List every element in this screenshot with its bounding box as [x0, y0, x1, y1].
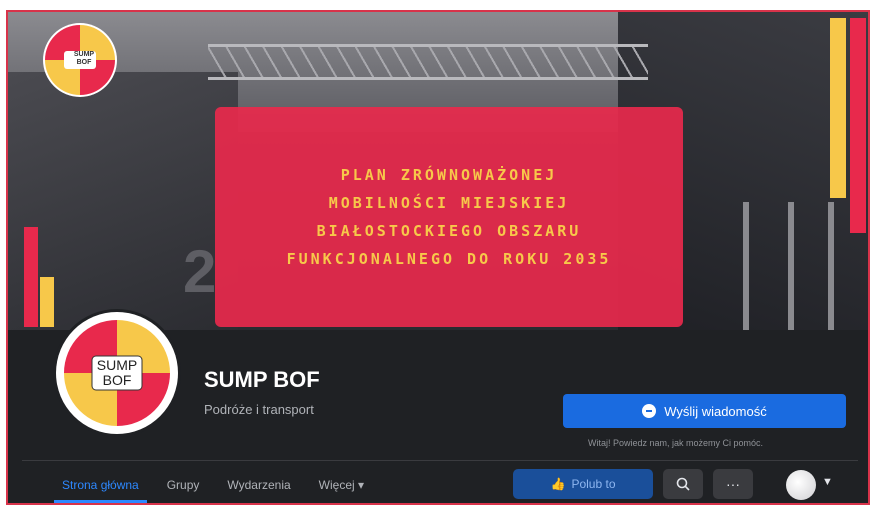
page-title: SUMP BOF — [204, 367, 320, 392]
avatar[interactable] — [786, 470, 816, 500]
logo-large-text2: BOF — [102, 372, 132, 388]
like-button[interactable]: 👍 Polub to — [513, 469, 653, 499]
nav-divider — [22, 460, 858, 461]
logo-large-text1: SUMP — [96, 357, 138, 373]
tab-more[interactable]: Więcej ▾ — [305, 467, 378, 503]
cover-pillar — [828, 202, 834, 330]
logo-small-text2: BOF — [76, 59, 92, 66]
profile-picture[interactable]: SUMP BOF — [56, 312, 178, 434]
search-icon — [676, 477, 690, 491]
logo-large-label: SUMP BOF — [92, 358, 142, 388]
accent-bar-yellow-left — [40, 277, 54, 327]
banner-line-3: BIAŁOSTOCKIEGO OBSZARU — [316, 222, 582, 240]
banner-line-1: PLAN ZRÓWNOWAŻONEJ — [340, 166, 558, 184]
tab-events[interactable]: Wydarzenia — [213, 467, 304, 503]
cover-banner: PLAN ZRÓWNOWAŻONEJ MOBILNOŚCI MIEJSKIEJ … — [215, 107, 683, 327]
message-hint: Witaj! Powiedz nam, jak możemy Ci pomóc. — [588, 438, 764, 448]
chevron-down-icon[interactable]: ▼ — [822, 476, 833, 488]
facebook-page-screen: 2 SUMP BOF PLAN ZRÓWNOWAŻONEJ MOBILNOŚCI… — [6, 10, 870, 505]
search-button[interactable] — [663, 469, 703, 499]
cover-pillar — [743, 202, 749, 330]
more-icon: ··· — [726, 476, 740, 492]
tab-groups[interactable]: Grupy — [153, 467, 214, 503]
messenger-icon — [642, 404, 657, 418]
accent-bar-red-right — [850, 18, 866, 233]
accent-bar-red-left — [24, 227, 38, 327]
logo-small-label: SUMP BOF — [64, 51, 104, 67]
station-sign: 2 — [183, 238, 217, 305]
cover-photo: 2 SUMP BOF PLAN ZRÓWNOWAŻONEJ MOBILNOŚCI… — [8, 12, 868, 330]
cover-pillar — [788, 202, 794, 330]
more-button[interactable]: ··· — [713, 469, 753, 499]
accent-bar-yellow-right — [830, 18, 846, 198]
tab-home[interactable]: Strona główna — [48, 467, 153, 503]
like-label: Polub to — [571, 477, 616, 491]
cover-roof-truss — [208, 44, 648, 80]
send-message-button[interactable]: Wyślij wiadomość — [563, 394, 846, 428]
page-nav: Strona główna Grupy Wydarzenia Więcej ▾ — [48, 467, 378, 503]
like-icon: 👍 — [550, 477, 566, 491]
banner-line-2: MOBILNOŚCI MIEJSKIEJ — [328, 194, 570, 212]
page-category[interactable]: Podróże i transport — [204, 402, 314, 417]
send-message-label: Wyślij wiadomość — [664, 403, 767, 419]
logo-small-text1: SUMP — [73, 51, 95, 58]
banner-line-4: FUNKCJONALNEGO DO ROKU 2035 — [286, 250, 612, 268]
